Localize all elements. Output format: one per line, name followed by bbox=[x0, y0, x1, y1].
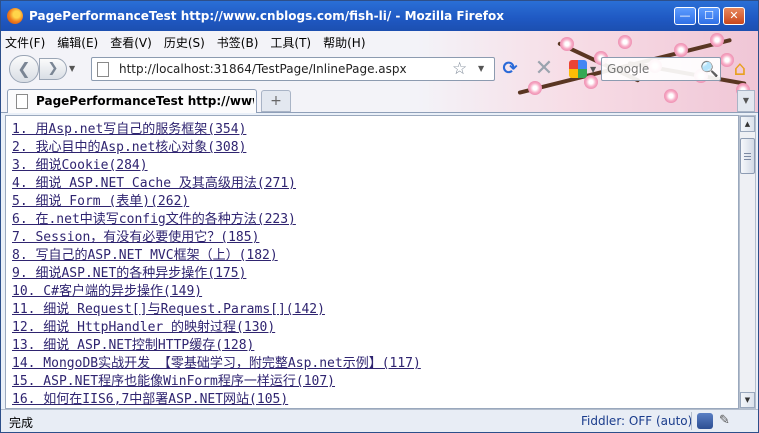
tab-active[interactable]: PagePerformanceTest http://www.c... bbox=[7, 89, 257, 113]
browser-chrome: 文件(F) 编辑(E) 查看(V) 历史(S) 书签(B) 工具(T) 帮助(H… bbox=[1, 31, 758, 113]
page-icon bbox=[97, 62, 109, 77]
article-link[interactable]: 1. 用Asp.net写自己的服务框架(354) bbox=[12, 121, 421, 139]
extension-icon[interactable] bbox=[697, 413, 713, 429]
new-tab-button[interactable]: + bbox=[261, 90, 291, 112]
menu-history[interactable]: 历史(S) bbox=[164, 34, 205, 52]
article-link[interactable]: 12. 细说 HttpHandler 的映射过程(130) bbox=[12, 319, 421, 337]
search-input[interactable] bbox=[607, 58, 695, 80]
bookmark-star-icon[interactable]: ☆ bbox=[452, 59, 467, 79]
article-link[interactable]: 8. 写自己的ASP.NET MVC框架（上）(182) bbox=[12, 247, 421, 265]
status-text: 完成 bbox=[9, 416, 34, 430]
article-link[interactable]: 10. C#客户端的异步操作(149) bbox=[12, 283, 421, 301]
status-bar: 完成 Fiddler: OFF (auto) ✎ bbox=[1, 409, 758, 432]
article-link[interactable]: 3. 细说Cookie(284) bbox=[12, 157, 421, 175]
status-divider bbox=[691, 412, 692, 430]
article-link[interactable]: 5. 细说 Form (表单)(262) bbox=[12, 193, 421, 211]
minimize-button[interactable]: — bbox=[674, 7, 696, 25]
scroll-up-button[interactable]: ▲ bbox=[740, 116, 755, 132]
firefox-logo-icon bbox=[7, 8, 23, 24]
scroll-down-button[interactable]: ▼ bbox=[740, 392, 755, 408]
maximize-button[interactable]: ☐ bbox=[698, 7, 720, 25]
menu-view[interactable]: 查看(V) bbox=[110, 34, 152, 52]
article-link[interactable]: 14. MongoDB实战开发 【零基础学习，附完整Asp.net示例】(117… bbox=[12, 355, 421, 373]
forward-button[interactable]: ❯ bbox=[39, 58, 67, 80]
article-link[interactable]: 6. 在.net中读写config文件的各种方法(223) bbox=[12, 211, 421, 229]
menu-help[interactable]: 帮助(H) bbox=[323, 34, 365, 52]
url-dropdown-icon[interactable]: ▼ bbox=[478, 64, 484, 73]
search-box[interactable]: 🔍 bbox=[601, 57, 721, 81]
title-bar[interactable]: PagePerformanceTest http://www.cnblogs.c… bbox=[1, 1, 758, 31]
vertical-scrollbar[interactable]: ▲ ▼ bbox=[739, 115, 756, 409]
navigation-toolbar: ❮ ❯ ▼ ☆ ▼ ⟳ ✕ ▼ 🔍 ⌂ bbox=[5, 53, 755, 85]
window-title: PagePerformanceTest http://www.cnblogs.c… bbox=[29, 9, 504, 23]
fiddler-status[interactable]: Fiddler: OFF (auto) bbox=[581, 414, 692, 428]
browser-window: PagePerformanceTest http://www.cnblogs.c… bbox=[0, 0, 759, 433]
search-engine-dropdown-icon[interactable]: ▼ bbox=[590, 65, 596, 74]
menu-tools[interactable]: 工具(T) bbox=[270, 34, 311, 52]
close-button[interactable]: ✕ bbox=[723, 7, 745, 25]
back-button[interactable]: ❮ bbox=[9, 55, 39, 83]
menu-bar: 文件(F) 编辑(E) 查看(V) 历史(S) 书签(B) 工具(T) 帮助(H… bbox=[5, 34, 366, 52]
scroll-thumb[interactable] bbox=[740, 138, 755, 174]
history-dropdown-icon[interactable]: ▼ bbox=[69, 63, 79, 75]
menu-file[interactable]: 文件(F) bbox=[5, 34, 45, 52]
page-content: 1. 用Asp.net写自己的服务框架(354) 2. 我心目中的Asp.net… bbox=[5, 115, 739, 409]
search-icon[interactable]: 🔍 bbox=[700, 60, 719, 78]
addon-bar-icon[interactable]: ✎ bbox=[719, 413, 735, 429]
reload-button[interactable]: ⟳ bbox=[499, 59, 521, 81]
article-link[interactable]: 16. 如何在IIS6,7中部署ASP.NET网站(105) bbox=[12, 391, 421, 408]
article-link[interactable]: 13. 细说 ASP.NET控制HTTP缓存(128) bbox=[12, 337, 421, 355]
article-link[interactable]: 15. ASP.NET程序也能像WinForm程序一样运行(107) bbox=[12, 373, 421, 391]
tab-list-dropdown-icon[interactable]: ▼ bbox=[737, 90, 755, 112]
menu-bookmarks[interactable]: 书签(B) bbox=[217, 34, 259, 52]
article-link[interactable]: 4. 细说 ASP.NET Cache 及其高级用法(271) bbox=[12, 175, 421, 193]
tab-label: PagePerformanceTest http://www.c... bbox=[36, 94, 254, 108]
url-input[interactable] bbox=[119, 58, 439, 80]
article-link[interactable]: 9. 细说ASP.NET的各种异步操作(175) bbox=[12, 265, 421, 283]
article-link[interactable]: 2. 我心目中的Asp.net核心对象(308) bbox=[12, 139, 421, 157]
address-bar[interactable]: ☆ ▼ bbox=[91, 57, 495, 81]
menu-edit[interactable]: 编辑(E) bbox=[57, 34, 98, 52]
home-button[interactable]: ⌂ bbox=[729, 58, 751, 80]
tab-bar: PagePerformanceTest http://www.c... + ▼ bbox=[1, 87, 758, 113]
article-link[interactable]: 11. 细说 Request[]与Request.Params[](142) bbox=[12, 301, 421, 319]
stop-button[interactable]: ✕ bbox=[533, 58, 555, 81]
search-engine-icon[interactable] bbox=[569, 60, 587, 78]
article-link[interactable]: 7. Session，有没有必要使用它？(185) bbox=[12, 229, 421, 247]
page-icon bbox=[16, 94, 28, 109]
article-list: 1. 用Asp.net写自己的服务框架(354) 2. 我心目中的Asp.net… bbox=[12, 121, 421, 408]
